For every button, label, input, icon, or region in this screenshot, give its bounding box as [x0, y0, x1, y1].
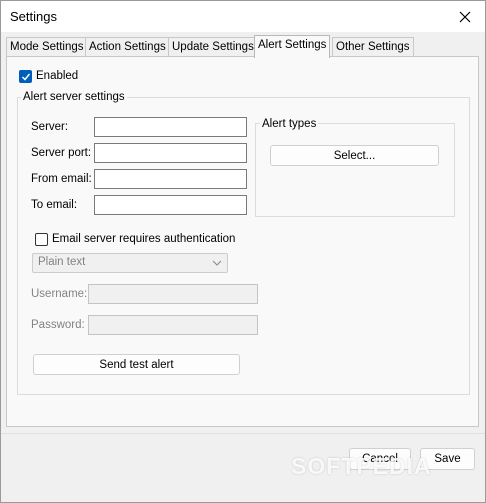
tab-label: Update Settings — [172, 41, 254, 53]
enabled-label[interactable]: Enabled — [36, 70, 78, 82]
username-input[interactable] — [88, 284, 258, 304]
password-input[interactable] — [88, 315, 258, 335]
username-label: Username: — [31, 288, 88, 300]
alert-types-group — [255, 123, 455, 217]
server-port-label: Server port: — [31, 147, 92, 159]
tab-update-settings[interactable]: Update Settings — [168, 37, 258, 57]
server-label: Server: — [31, 121, 69, 133]
alert-server-group-title: Alert server settings — [21, 91, 127, 103]
tab-mode-settings[interactable]: Mode Settings — [6, 37, 88, 57]
tab-label: Mode Settings — [10, 41, 84, 53]
server-port-input[interactable] — [94, 143, 247, 163]
to-email-input[interactable] — [94, 195, 247, 215]
checkmark-icon — [21, 73, 31, 81]
window-title: Settings — [10, 9, 57, 24]
tab-other-settings[interactable]: Other Settings — [332, 37, 414, 57]
tab-label: Action Settings — [89, 41, 166, 53]
auth-method-value: Plain text — [38, 256, 86, 268]
alert-types-group-title: Alert types — [260, 118, 319, 130]
tab-label: Alert Settings — [258, 39, 327, 51]
tab-label: Other Settings — [336, 41, 410, 53]
from-email-label: From email: — [31, 173, 92, 185]
from-email-input[interactable] — [94, 169, 247, 189]
server-input[interactable] — [94, 117, 247, 137]
tab-strip: Mode Settings Action Settings Update Set… — [6, 35, 480, 58]
send-test-alert-button[interactable]: Send test alert — [33, 354, 240, 375]
settings-window: Settings Mode Settings Action Settings U… — [0, 0, 486, 503]
chevron-down-icon — [212, 260, 222, 266]
tab-alert-settings[interactable]: Alert Settings — [254, 35, 331, 58]
close-icon — [459, 11, 471, 22]
close-button[interactable] — [445, 1, 485, 32]
auth-checkbox[interactable] — [35, 233, 48, 246]
to-email-label: To email: — [31, 199, 78, 211]
auth-label[interactable]: Email server requires authentication — [52, 233, 235, 245]
footer-separator — [1, 433, 485, 434]
alert-settings-panel: Enabled Alert server settings Server: Se… — [6, 56, 479, 427]
select-alert-types-button[interactable]: Select... — [270, 145, 439, 166]
title-bar: Settings — [1, 1, 485, 32]
auth-method-select[interactable]: Plain text — [32, 253, 228, 273]
softpedia-watermark: SOFTPEDIA — [291, 453, 432, 479]
enabled-checkbox[interactable] — [19, 70, 32, 83]
tab-action-settings[interactable]: Action Settings — [85, 37, 170, 57]
password-label: Password: — [31, 319, 85, 331]
